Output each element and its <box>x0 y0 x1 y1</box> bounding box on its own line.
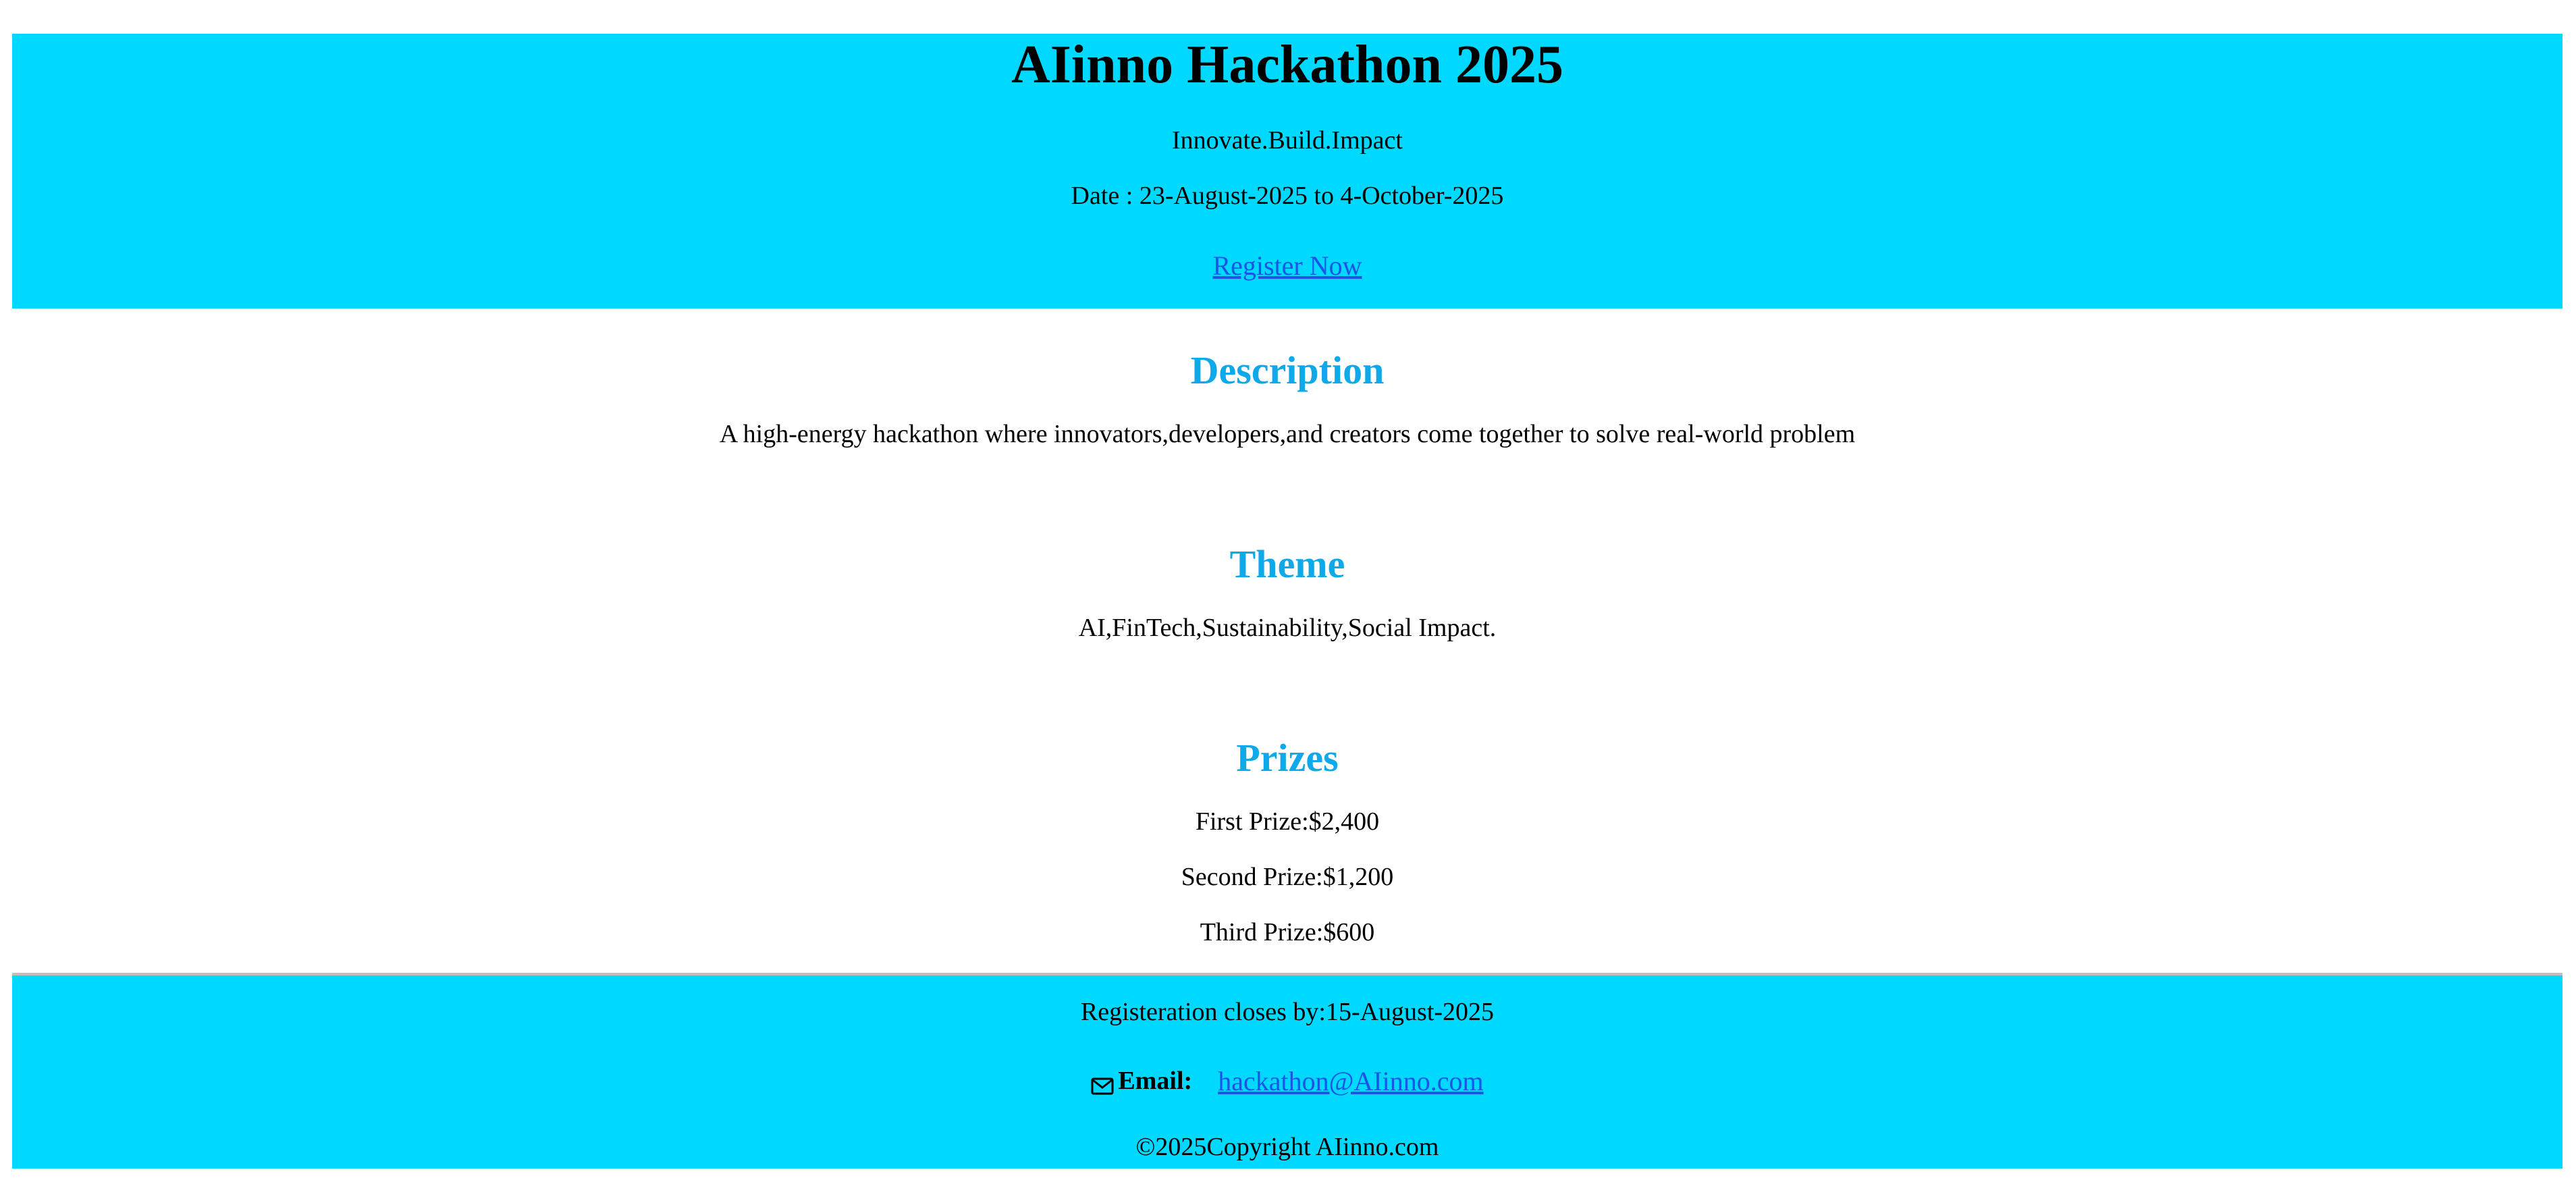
main-content: Description A high-energy hackathon wher… <box>12 309 2562 973</box>
email-link[interactable]: hackathon@AIinno.com <box>1218 1065 1483 1097</box>
mail-icon <box>1091 1072 1114 1095</box>
prize-third: Third Prize:$600 <box>1200 918 1375 946</box>
email-label: Email: <box>1118 1067 1193 1095</box>
prizes-heading: Prizes <box>1236 736 1339 780</box>
description-heading: Description <box>1190 348 1385 392</box>
description-text: A high-energy hackathon where innovators… <box>719 420 1856 448</box>
event-date: Date : 23-August-2025 to 4-October-2025 <box>1071 182 1504 210</box>
page-top-margin <box>0 0 2576 34</box>
prize-first: First Prize:$2,400 <box>1195 807 1380 836</box>
page-title: AIinno Hackathon 2025 <box>1011 35 1563 95</box>
registration-deadline: Registeration closes by:15-August-2025 <box>1080 998 1495 1026</box>
copyright: ©2025Copyright AIinno.com <box>1135 1133 1439 1161</box>
footer: Registeration closes by:15-August-2025 E… <box>12 975 2562 1169</box>
theme-heading: Theme <box>1229 542 1345 586</box>
hero-banner: AIinno Hackathon 2025 Innovate.Build.Imp… <box>12 34 2562 309</box>
email-row: Email: hackathon@AIinno.com <box>12 1063 2562 1098</box>
register-now-link[interactable]: Register Now <box>12 250 2562 282</box>
theme-text: AI,FinTech,Sustainability,Social Impact. <box>1078 614 1497 642</box>
page: AIinno Hackathon 2025 Innovate.Build.Imp… <box>12 34 2562 1169</box>
page-bottom-margin <box>0 1169 2576 1203</box>
prize-second: Second Prize:$1,200 <box>1181 863 1394 891</box>
tagline: Innovate.Build.Impact <box>1172 126 1403 155</box>
register-now-label[interactable]: Register Now <box>1212 250 1362 281</box>
